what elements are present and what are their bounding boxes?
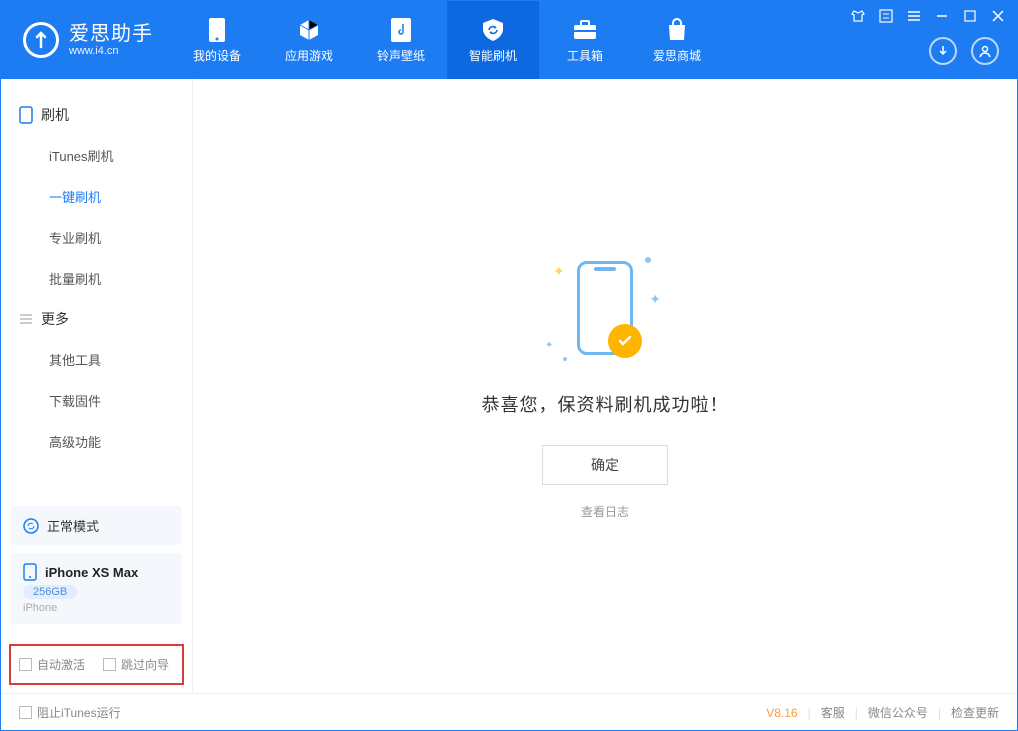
maximize-icon[interactable]: [963, 9, 977, 23]
device-type: iPhone: [23, 602, 170, 614]
download-button[interactable]: [929, 37, 957, 65]
mode-label: 正常模式: [47, 516, 99, 535]
sidebar-item-advanced[interactable]: 高级功能: [1, 421, 192, 462]
separator: |: [855, 706, 858, 720]
sidebar-item-tools[interactable]: 其他工具: [1, 339, 192, 380]
music-file-icon: [388, 17, 414, 43]
checkmark-badge-icon: [608, 324, 642, 358]
sparkle-icon: ✦: [649, 291, 661, 308]
header: 爱思助手 www.i4.cn 我的设备 应用游戏 铃声壁纸 智能刷机 工具箱 爱…: [1, 1, 1017, 79]
app-title: 爱思助手: [69, 23, 153, 45]
ok-button[interactable]: 确定: [542, 445, 668, 485]
nav-toolbox[interactable]: 工具箱: [539, 1, 631, 79]
refresh-shield-icon: [480, 17, 506, 43]
nav-label: 应用游戏: [285, 47, 333, 64]
checkbox-icon: [19, 658, 32, 671]
sidebar-item-batch[interactable]: 批量刷机: [1, 258, 192, 299]
wechat-link[interactable]: 微信公众号: [868, 704, 928, 721]
shirt-icon[interactable]: [851, 9, 865, 23]
sidebar-item-itunes[interactable]: iTunes刷机: [1, 135, 192, 176]
phone-icon: [204, 17, 230, 43]
nav-store[interactable]: 爱思商城: [631, 1, 723, 79]
cube-icon: [296, 17, 322, 43]
main-nav: 我的设备 应用游戏 铃声壁纸 智能刷机 工具箱 爱思商城: [171, 1, 723, 79]
version-label: V8.16: [766, 706, 797, 720]
section-label: 刷机: [41, 105, 69, 125]
device-icon: [19, 106, 33, 124]
update-link[interactable]: 检查更新: [951, 704, 999, 721]
storage-badge: 256GB: [23, 585, 77, 599]
logo-area: 爱思助手 www.i4.cn: [1, 22, 171, 58]
close-icon[interactable]: [991, 9, 1005, 23]
bag-icon: [664, 17, 690, 43]
view-log-link[interactable]: 查看日志: [581, 503, 629, 520]
header-right: [929, 37, 999, 65]
nav-label: 智能刷机: [469, 47, 517, 64]
option-label: 跳过向导: [121, 656, 169, 673]
success-message: 恭喜您，保资料刷机成功啦！: [482, 391, 729, 417]
checkbox-icon: [103, 658, 116, 671]
nav-label: 工具箱: [567, 47, 603, 64]
option-label: 阻止iTunes运行: [37, 704, 121, 721]
dot-icon: [563, 357, 567, 361]
more-icon: [19, 312, 33, 326]
support-link[interactable]: 客服: [821, 704, 845, 721]
sparkle-icon: ✦: [553, 263, 565, 280]
sidebar-item-onekey[interactable]: 一键刷机: [1, 176, 192, 217]
option-label: 自动激活: [37, 656, 85, 673]
nav-label: 爱思商城: [653, 47, 701, 64]
nav-ringtone[interactable]: 铃声壁纸: [355, 1, 447, 79]
sidebar: 刷机 iTunes刷机 一键刷机 专业刷机 批量刷机 更多 其他工具 下载固件 …: [1, 79, 193, 693]
status-bar: 阻止iTunes运行 V8.16 | 客服 | 微信公众号 | 检查更新: [1, 693, 1017, 731]
device-name: iPhone XS Max: [45, 565, 138, 580]
phone-icon: [23, 563, 37, 581]
nav-flash[interactable]: 智能刷机: [447, 1, 539, 79]
separator: |: [808, 706, 811, 720]
flash-options: 自动激活 跳过向导: [9, 644, 184, 685]
user-button[interactable]: [971, 37, 999, 65]
auto-activate-checkbox[interactable]: 自动激活: [19, 656, 85, 673]
nav-label: 铃声壁纸: [377, 47, 425, 64]
skip-guide-checkbox[interactable]: 跳过向导: [103, 656, 169, 673]
section-label: 更多: [41, 309, 69, 329]
block-itunes-checkbox[interactable]: 阻止iTunes运行: [19, 704, 121, 721]
nav-device[interactable]: 我的设备: [171, 1, 263, 79]
logo-icon: [23, 22, 59, 58]
sparkle-icon: ✦: [545, 340, 553, 351]
device-card[interactable]: iPhone XS Max 256GB iPhone: [11, 553, 182, 624]
nav-label: 我的设备: [193, 47, 241, 64]
menu-icon[interactable]: [907, 9, 921, 23]
toolbox-icon: [572, 17, 598, 43]
sync-icon: [23, 518, 39, 534]
minimize-icon[interactable]: [935, 9, 949, 23]
main-content: ✦ ✦ ✦ 恭喜您，保资料刷机成功啦！ 确定 查看日志: [193, 79, 1017, 693]
window-controls: [851, 9, 1005, 23]
separator: |: [938, 706, 941, 720]
nav-apps[interactable]: 应用游戏: [263, 1, 355, 79]
sidebar-section-flash: 刷机: [1, 95, 192, 135]
app-url: www.i4.cn: [69, 45, 153, 57]
success-illustration: ✦ ✦ ✦: [535, 253, 675, 363]
sidebar-section-more: 更多: [1, 299, 192, 339]
list-icon[interactable]: [879, 9, 893, 23]
sidebar-item-firmware[interactable]: 下载固件: [1, 380, 192, 421]
sidebar-item-pro[interactable]: 专业刷机: [1, 217, 192, 258]
phone-graphic: [577, 261, 633, 355]
mode-card[interactable]: 正常模式: [11, 506, 182, 545]
dot-icon: [645, 257, 651, 263]
checkbox-icon: [19, 706, 32, 719]
